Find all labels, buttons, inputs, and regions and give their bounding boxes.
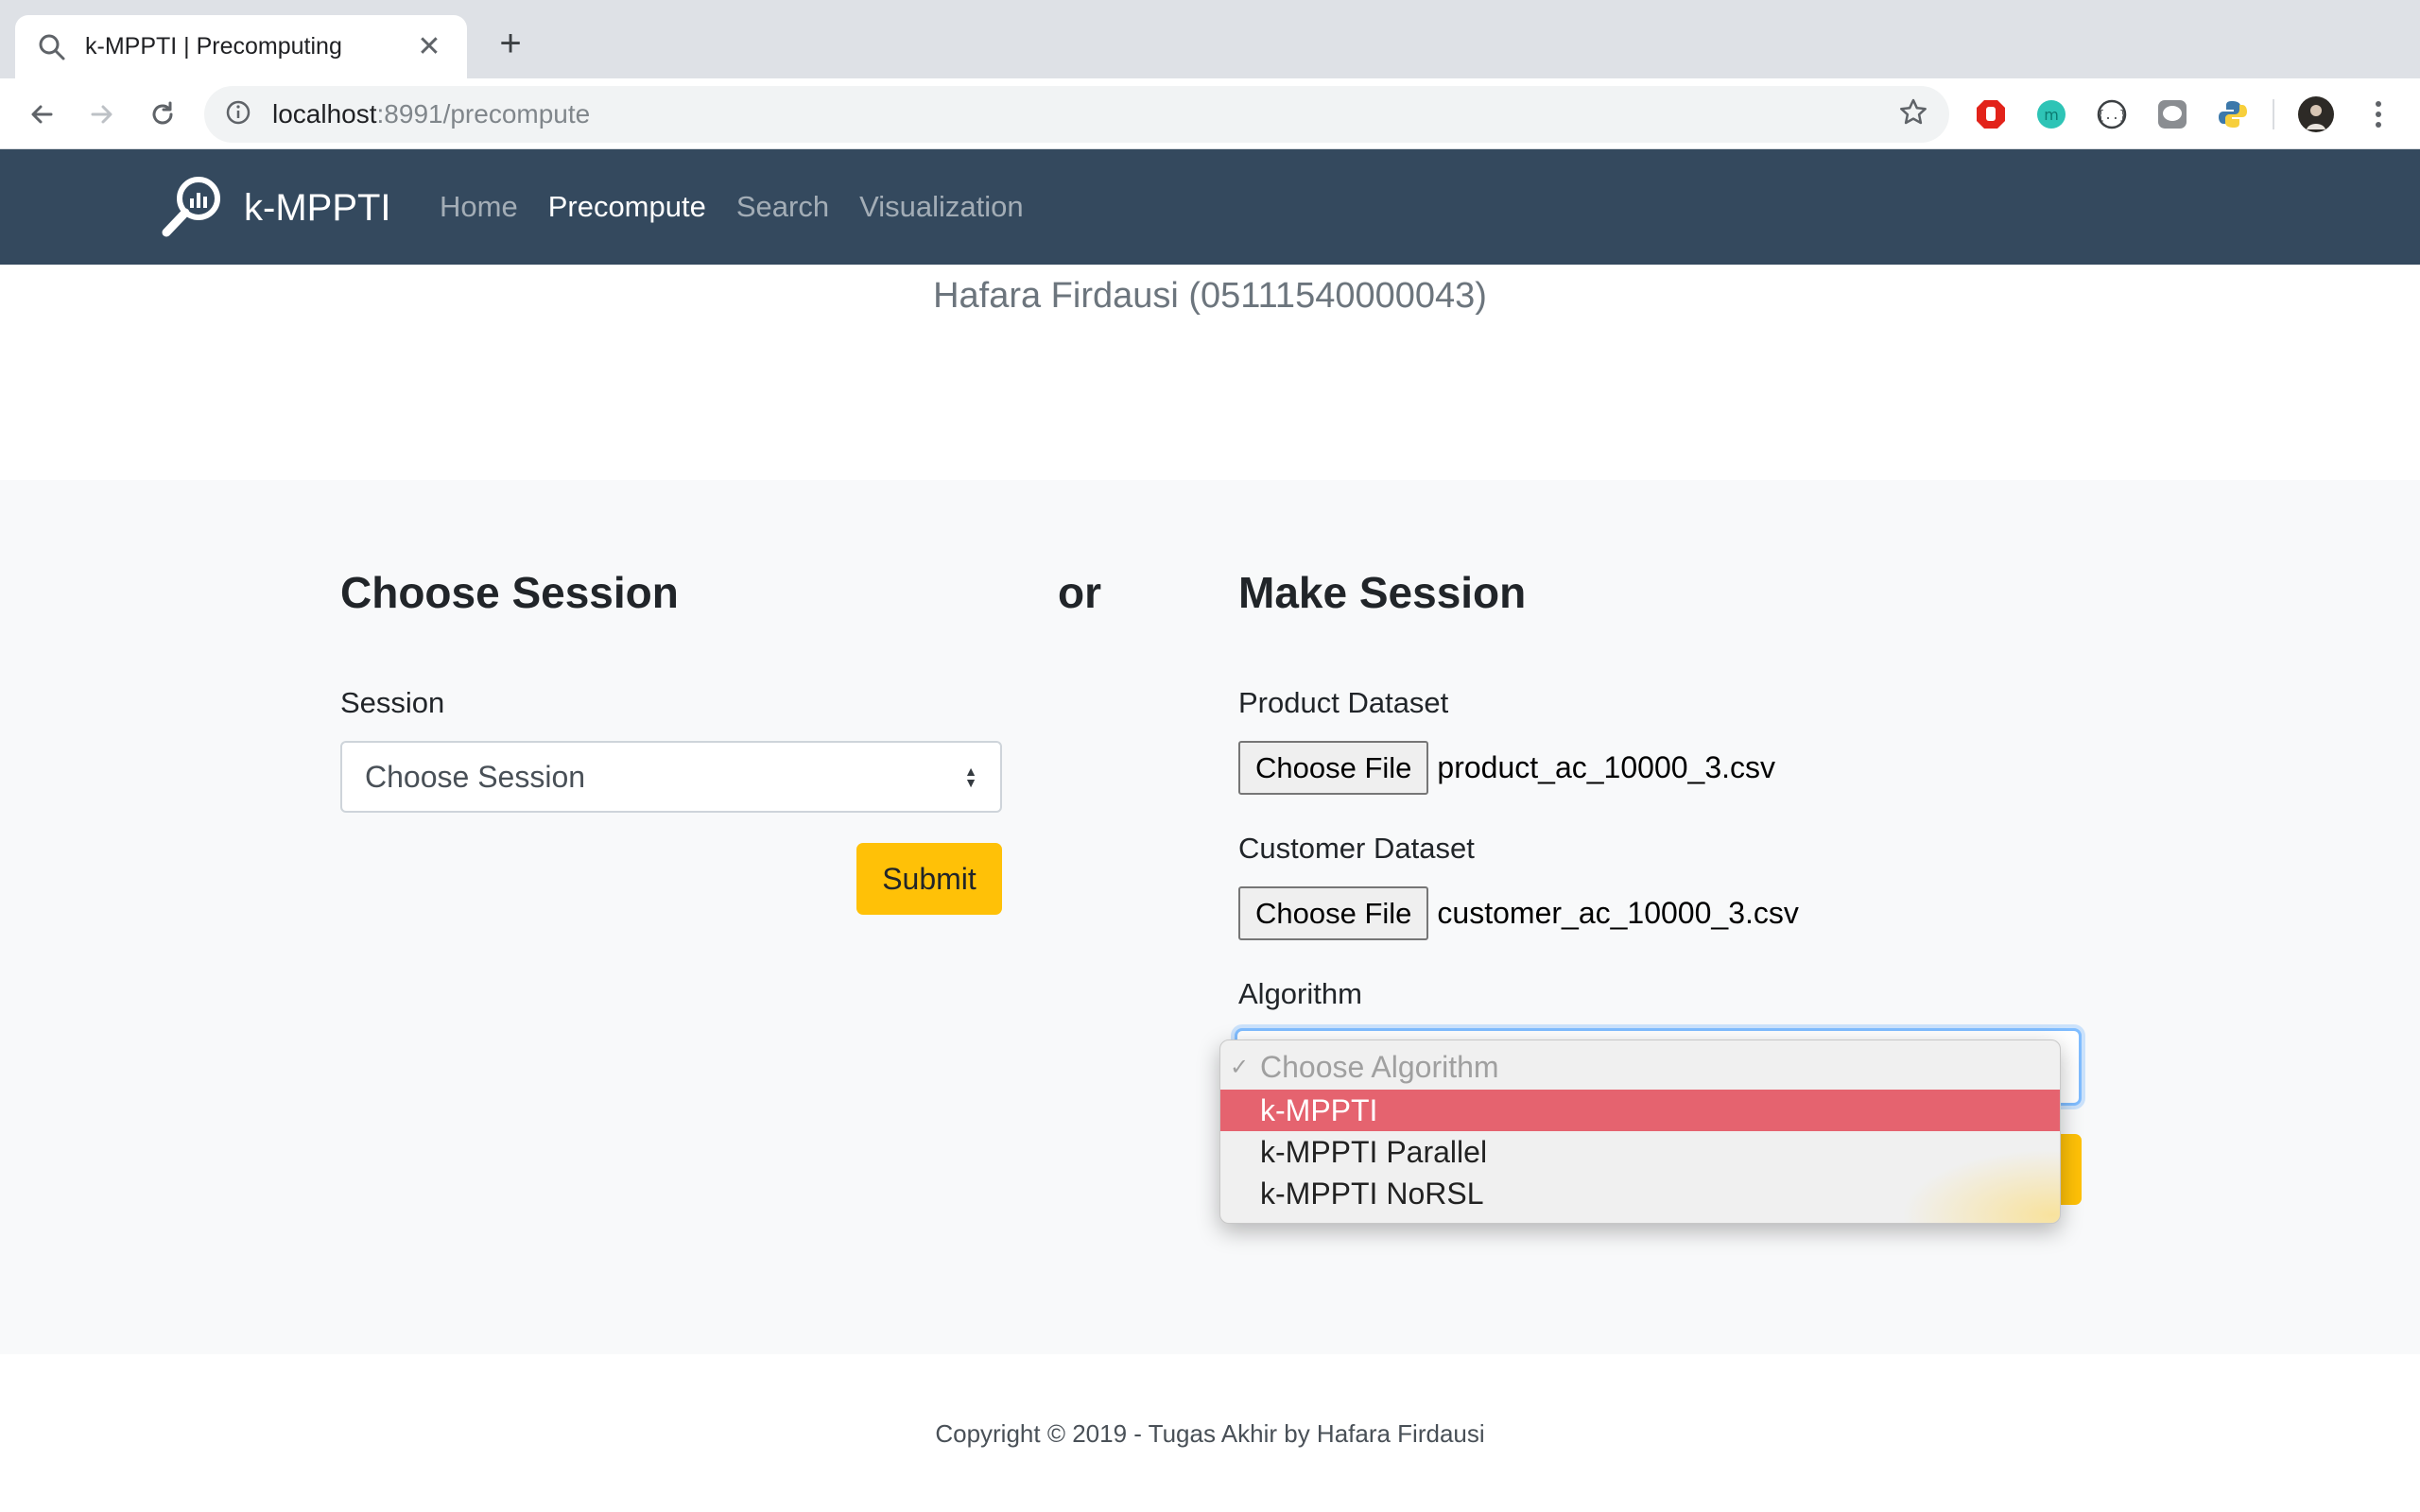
- brand-link[interactable]: k-MPPTI: [159, 172, 391, 245]
- address-bar[interactable]: localhost:8991/precompute: [204, 86, 1949, 143]
- browser-toolbar: localhost:8991/precompute m {..}: [0, 78, 2420, 149]
- forward-icon[interactable]: [81, 94, 123, 135]
- session-select[interactable]: Choose Session ▲ ▼: [340, 741, 1002, 813]
- algorithm-option-label: k-MPPTI NoRSL: [1260, 1176, 1484, 1211]
- make-session-heading: Make Session: [1238, 568, 1527, 617]
- choose-session-heading: Choose Session: [340, 568, 679, 617]
- brand-text: k-MPPTI: [244, 187, 391, 229]
- checkmark-icon: ✓: [1230, 1054, 1250, 1080]
- customer-choose-file-button[interactable]: Choose File: [1238, 886, 1429, 940]
- algorithm-option-label: Choose Algorithm: [1260, 1049, 1499, 1084]
- algorithm-label: Algorithm: [1238, 977, 1362, 1010]
- footer-copyright: Copyright © 2019 - Tugas Akhir by Hafara…: [935, 1419, 1485, 1448]
- url-text: localhost:8991/precompute: [272, 99, 590, 129]
- svg-text:{..}: {..}: [2097, 109, 2126, 123]
- product-dataset-label: Product Dataset: [1238, 686, 1449, 719]
- line-extension-icon[interactable]: [2153, 95, 2191, 133]
- reload-icon[interactable]: [142, 94, 183, 135]
- new-tab-button[interactable]: +: [490, 25, 531, 66]
- svg-text:m: m: [2044, 106, 2059, 124]
- nav-precompute[interactable]: Precompute: [548, 190, 706, 224]
- back-icon[interactable]: [21, 94, 62, 135]
- button-glow-behind-dropdown: [1901, 1149, 2060, 1223]
- url-host: localhost: [272, 99, 377, 129]
- session-select-value: Choose Session: [365, 759, 586, 794]
- select-caret-icon: ▲ ▼: [964, 764, 977, 790]
- product-file-input: Choose File product_ac_10000_3.csv: [1238, 741, 1775, 795]
- close-tab-icon[interactable]: ✕: [412, 30, 446, 63]
- adblock-extension-icon[interactable]: [1972, 95, 2010, 133]
- mercury-extension-icon[interactable]: m: [2032, 95, 2070, 133]
- bookmark-star-icon[interactable]: [1898, 97, 1928, 132]
- nav-links: Home Precompute Search Visualization: [440, 149, 1054, 265]
- browser-tabstrip: k-MPPTI | Precomputing ✕ +: [0, 0, 2420, 78]
- search-icon: [36, 31, 68, 63]
- product-file-name: product_ac_10000_3.csv: [1437, 750, 1776, 784]
- url-path: :8991/precompute: [376, 99, 591, 129]
- toolbar-divider: [2273, 99, 2274, 129]
- algorithm-option-label: k-MPPTI: [1260, 1092, 1378, 1127]
- customer-file-name: customer_ac_10000_3.csv: [1437, 896, 1799, 930]
- session-submit-button[interactable]: Submit: [856, 843, 1002, 915]
- nav-visualization[interactable]: Visualization: [859, 190, 1023, 224]
- json-extension-icon[interactable]: {..}: [2093, 95, 2131, 133]
- algorithm-option-placeholder[interactable]: ✓ Choose Algorithm: [1220, 1046, 2060, 1088]
- magnifier-logo-icon: [159, 172, 227, 245]
- product-choose-file-button[interactable]: Choose File: [1238, 741, 1429, 795]
- nav-search[interactable]: Search: [736, 190, 829, 224]
- python-extension-icon[interactable]: [2214, 95, 2252, 133]
- author-subtitle: Hafara Firdausi (05111540000043): [933, 276, 1487, 316]
- algorithm-option-label: k-MPPTI Parallel: [1260, 1134, 1488, 1169]
- profile-avatar[interactable]: [2297, 95, 2335, 133]
- customer-dataset-label: Customer Dataset: [1238, 832, 1475, 865]
- algorithm-dropdown: ✓ Choose Algorithm k-MPPTI k-MPPTI Paral…: [1219, 1040, 2061, 1224]
- session-label: Session: [340, 686, 445, 719]
- browser-tab[interactable]: k-MPPTI | Precomputing ✕: [15, 15, 467, 78]
- algorithm-option-kmppti[interactable]: k-MPPTI: [1220, 1090, 2060, 1131]
- customer-file-input: Choose File customer_ac_10000_3.csv: [1238, 886, 1799, 940]
- info-icon[interactable]: [225, 99, 251, 130]
- browser-menu-icon[interactable]: [2360, 95, 2397, 133]
- or-separator: or: [1058, 568, 1101, 617]
- nav-home[interactable]: Home: [440, 190, 518, 224]
- tab-title: k-MPPTI | Precomputing: [85, 33, 342, 60]
- app-navbar: k-MPPTI Home Precompute Search Visualiza…: [0, 149, 2420, 265]
